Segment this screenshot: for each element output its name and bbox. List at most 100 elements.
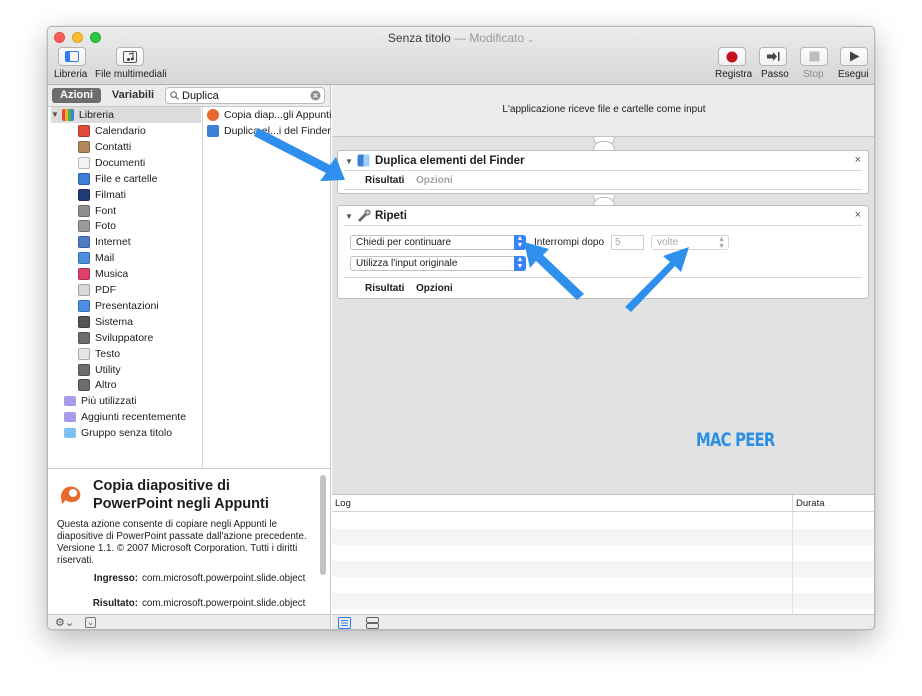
library-item[interactable]: PDF — [78, 282, 116, 298]
smart-group-item[interactable]: Più utilizzati — [64, 393, 136, 409]
repeat-count-field[interactable]: 5 — [611, 235, 644, 250]
disclosure-triangle-icon[interactable]: ▼ — [51, 107, 59, 123]
tab-options[interactable]: Opzioni — [416, 175, 453, 186]
category-icon — [78, 140, 90, 153]
duration-column-header[interactable]: Durata — [796, 495, 825, 512]
category-icon — [78, 299, 90, 312]
library-bottom-bar: ⚙︎⌄ ⌄ — [48, 614, 331, 629]
library-item-label: Altro — [95, 379, 117, 392]
log-row — [332, 593, 874, 609]
library-item[interactable]: Internet — [78, 234, 131, 250]
search-field[interactable] — [165, 87, 325, 104]
workflow-bottom-bar — [332, 614, 874, 629]
tab-options[interactable]: Opzioni — [416, 283, 453, 294]
tab-variables[interactable]: Variabili — [107, 88, 159, 103]
folder-icon — [64, 411, 76, 422]
record-label: Registra — [715, 69, 753, 80]
log-row — [332, 577, 874, 593]
close-icon[interactable]: × — [855, 209, 861, 221]
stop-button[interactable] — [800, 47, 828, 66]
record-icon — [726, 51, 738, 62]
library-toggle-button[interactable] — [58, 47, 86, 66]
action-duplica-finder[interactable]: ▼ Duplica elementi del Finder × Risultat… — [337, 150, 869, 194]
library-item[interactable]: File e cartelle — [78, 171, 157, 187]
category-icon — [78, 252, 90, 265]
clear-search-icon[interactable] — [310, 90, 321, 101]
tab-results[interactable]: Risultati — [365, 283, 404, 294]
library-item[interactable]: Presentazioni — [78, 298, 159, 314]
library-item[interactable]: Mail — [78, 250, 114, 266]
window-title: Senza titolo — Modificato ⌄ — [48, 31, 874, 45]
smart-group-item[interactable]: Aggiunti recentemente — [64, 409, 186, 425]
category-icon — [78, 347, 90, 360]
divider — [344, 277, 862, 278]
action-icon — [207, 125, 219, 137]
collapse-triangle-icon[interactable]: ▼ — [345, 212, 353, 221]
action-icon — [207, 109, 219, 121]
folder-icon — [64, 396, 76, 406]
search-icon — [170, 91, 179, 100]
log-row — [332, 561, 874, 577]
close-icon[interactable]: × — [855, 154, 861, 166]
list-view-icon[interactable] — [338, 617, 351, 629]
tab-results[interactable]: Risultati — [365, 175, 404, 186]
action-ripeti[interactable]: ▼ Ripeti × Chiedi per continuare ▲ ▼ Inte… — [337, 205, 869, 299]
library-root-item[interactable]: ▼ Libreria — [51, 107, 201, 123]
log-row — [332, 513, 874, 529]
step-button[interactable] — [759, 47, 787, 66]
description-toggle-icon[interactable]: ⌄ — [85, 617, 96, 628]
collapse-triangle-icon[interactable]: ▼ — [345, 157, 353, 166]
repeat-mode-popup[interactable]: Chiedi per continuare ▲ ▼ — [350, 235, 526, 250]
stop-icon — [809, 51, 819, 62]
title-status: Modificato — [469, 31, 525, 45]
search-input[interactable] — [182, 89, 302, 102]
category-icon — [78, 315, 90, 328]
stop-after-label: Interrompi dopo — [534, 237, 605, 248]
step-icon — [767, 52, 780, 61]
tab-actions[interactable]: Azioni — [52, 88, 101, 103]
library-item-label: Font — [95, 204, 117, 217]
gear-icon[interactable]: ⚙︎⌄ — [55, 616, 74, 629]
action-title: Duplica elementi del Finder — [375, 155, 525, 167]
library-item[interactable]: Musica — [78, 266, 128, 282]
library-list: ▼ Libreria Calendario Contatti Documenti Fi… — [48, 107, 203, 468]
action-title: Ripeti — [375, 210, 407, 222]
action-list-item[interactable]: Duplica el...i del Finder — [207, 123, 331, 139]
folder-icon — [64, 427, 76, 438]
input-source-popup[interactable]: Utilizza l'input originale ▲ ▼ — [350, 256, 526, 271]
chevron-down-icon[interactable]: ⌄ — [527, 35, 534, 44]
library-item[interactable]: Foto — [78, 218, 116, 234]
library-item[interactable]: Contatti — [78, 139, 131, 155]
smart-group-item[interactable]: Gruppo senza titolo — [64, 425, 172, 441]
library-item[interactable]: Sistema — [78, 314, 133, 330]
run-button[interactable] — [840, 47, 868, 66]
automator-robot-icon — [358, 209, 371, 222]
library-item[interactable]: Sviluppatore — [78, 330, 153, 346]
library-item[interactable]: Calendario — [78, 123, 146, 139]
description-text: Questa azione consente di copiare negli … — [57, 519, 307, 566]
action-list-item[interactable]: Copia diap...gli Appunti — [207, 107, 331, 123]
library-item[interactable]: Altro — [78, 377, 117, 393]
library-item[interactable]: Font — [78, 203, 116, 219]
variables-view-icon[interactable] — [366, 617, 379, 629]
log-table: Log Durata — [332, 494, 874, 615]
divider — [792, 495, 793, 511]
finder-icon — [357, 154, 370, 167]
log-column-header[interactable]: Log — [335, 495, 351, 512]
category-icon — [78, 125, 90, 137]
record-button[interactable] — [718, 47, 746, 66]
workflow-input-text: L'applicazione riceve file e cartelle co… — [502, 104, 706, 115]
repeat-mode-value: Chiedi per continuare — [356, 237, 452, 248]
actions-list: Copia diap...gli Appunti Duplica el...i d… — [203, 107, 331, 468]
media-button[interactable] — [116, 47, 144, 66]
toolbar: Senza titolo — Modificato ⌄ Libreria Fil… — [48, 27, 874, 85]
library-item[interactable]: Filmati — [78, 187, 126, 203]
description-scrollbar[interactable] — [320, 475, 326, 575]
library-item-label: Internet — [95, 236, 131, 249]
sidebar-icon — [65, 51, 79, 62]
library-item[interactable]: Documenti — [78, 155, 145, 171]
library-item[interactable]: Utility — [78, 362, 121, 378]
connector-notch — [593, 141, 615, 150]
repeat-unit-popup[interactable]: volte ▲ ▼ — [651, 235, 729, 250]
library-item[interactable]: Testo — [78, 346, 120, 362]
